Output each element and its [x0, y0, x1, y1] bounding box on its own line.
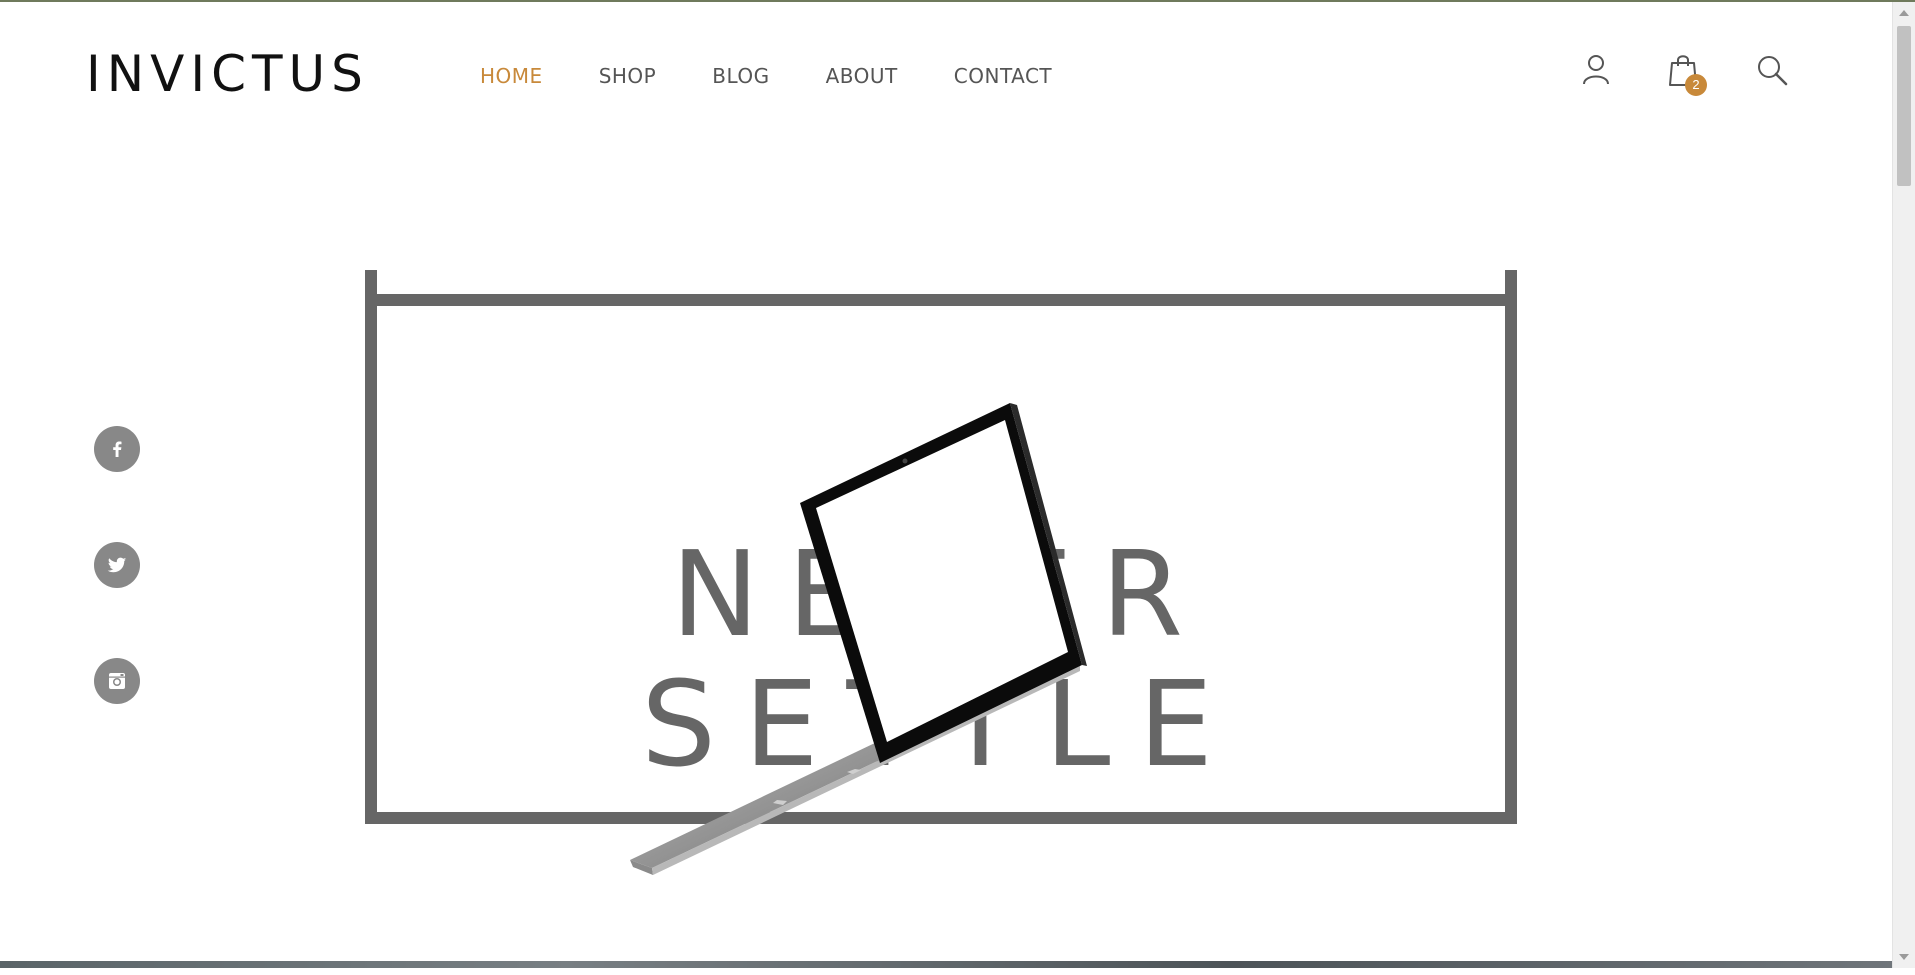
instagram-link[interactable]: [94, 658, 140, 704]
scroll-down-arrow-icon[interactable]: [1899, 954, 1909, 960]
hero-banner: NEVER SETTLE: [365, 270, 1517, 875]
facebook-link[interactable]: [94, 426, 140, 472]
cart-button[interactable]: 2: [1665, 52, 1707, 96]
twitter-icon: [107, 557, 127, 573]
instagram-icon: [109, 673, 125, 689]
nav-contact[interactable]: CONTACT: [954, 64, 1052, 88]
hero-frame-top: [365, 294, 1517, 306]
nav-blog[interactable]: BLOG: [712, 64, 769, 88]
laptop-image: [630, 403, 1087, 875]
scroll-thumb[interactable]: [1897, 26, 1911, 186]
search-icon: [1758, 56, 1788, 86]
nav-home[interactable]: HOME: [480, 64, 543, 88]
cart-count-badge: 2: [1685, 74, 1707, 96]
bottom-preview-strip: [0, 961, 1893, 968]
search-button[interactable]: [1754, 52, 1790, 88]
main-nav: HOME SHOP BLOG ABOUT CONTACT: [480, 64, 1052, 88]
site-logo[interactable]: INVICTUS: [86, 44, 369, 104]
vertical-scrollbar[interactable]: [1892, 2, 1915, 968]
nav-shop[interactable]: SHOP: [599, 64, 657, 88]
nav-about[interactable]: ABOUT: [826, 64, 898, 88]
user-icon: [1583, 55, 1609, 85]
facebook-icon: [113, 441, 122, 457]
scroll-up-arrow-icon[interactable]: [1899, 10, 1909, 16]
account-button[interactable]: [1578, 52, 1614, 88]
twitter-link[interactable]: [94, 542, 140, 588]
page: INVICTUS HOME SHOP BLOG ABOUT CONTACT 2: [0, 2, 1893, 968]
